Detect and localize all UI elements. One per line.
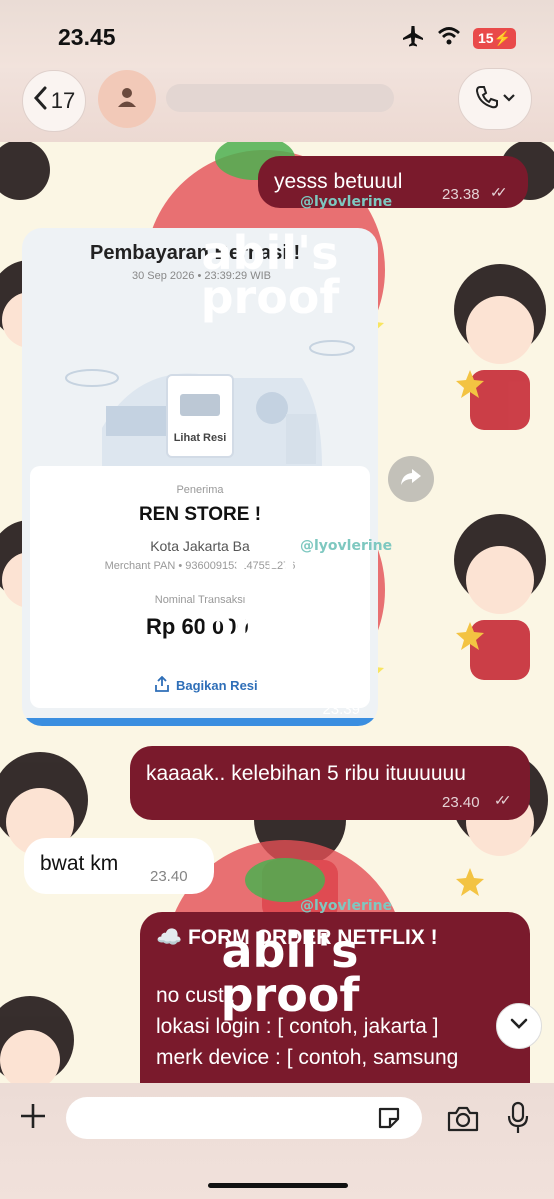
- message-input[interactable]: [66, 1097, 422, 1139]
- message-time: 23.38: [442, 186, 480, 203]
- share-label: Bagikan Resi: [176, 678, 258, 693]
- person-icon: [116, 86, 138, 113]
- forward-icon: [400, 468, 422, 491]
- message-time: 23.40: [150, 868, 188, 885]
- watermark-tag: @lyovlerine: [300, 194, 393, 210]
- sticker-icon: [378, 1107, 400, 1129]
- share-receipt-button[interactable]: Bagikan Resi: [154, 675, 258, 695]
- battery-indicator: 15⚡: [472, 28, 516, 49]
- status-bar: 23.45 15⚡: [0, 0, 554, 68]
- chevron-left-icon: [33, 86, 47, 116]
- attach-button[interactable]: [18, 1101, 48, 1140]
- forward-button[interactable]: [388, 456, 434, 502]
- chat-header: 17: [0, 68, 554, 142]
- message-input-bar: [0, 1083, 554, 1199]
- view-receipt-label: Lihat Resi: [173, 432, 227, 444]
- camera-icon: [447, 1106, 479, 1132]
- contact-avatar[interactable]: [98, 70, 156, 128]
- watermark: abil's proof: [200, 554, 340, 652]
- message-text: yesss betuuul: [274, 170, 403, 193]
- microphone-icon: [507, 1101, 529, 1133]
- view-receipt-thumbnail: Lihat Resi: [166, 374, 234, 458]
- chevron-down-icon: [502, 90, 516, 108]
- airplane-mode-icon: [401, 25, 425, 52]
- microphone-button[interactable]: [506, 1101, 530, 1140]
- camera-button[interactable]: [446, 1105, 480, 1138]
- home-indicator: [208, 1183, 348, 1188]
- read-receipt-icon: ✓✓: [490, 184, 508, 200]
- sticker-button[interactable]: [376, 1105, 402, 1131]
- form-line: merk device : [ contoh, samsung: [156, 1046, 459, 1069]
- wifi-icon: [437, 26, 461, 51]
- chevron-down-icon: [510, 1017, 528, 1035]
- watermark: abil's proof: [200, 226, 340, 324]
- message-outgoing[interactable]: kaaaak.. kelebihan 5 ribu ituuuuuu 23.40…: [130, 746, 530, 820]
- unread-count: 17: [50, 88, 76, 113]
- read-receipt-icon: ✓✓: [494, 792, 512, 808]
- scroll-to-bottom-button[interactable]: [496, 1003, 542, 1049]
- back-button[interactable]: 17: [22, 70, 86, 132]
- message-text: kaaaak.. kelebihan 5 ribu ituuuuuu: [146, 762, 466, 785]
- watermark-tag: @lyovlerine: [300, 898, 393, 914]
- call-button[interactable]: [458, 68, 532, 130]
- recipient-label: Penerima: [176, 484, 224, 496]
- status-time: 23.45: [58, 24, 116, 50]
- message-time: 23.40: [442, 794, 480, 811]
- watermark-tag: @lyovlerine: [300, 538, 393, 554]
- share-icon: [154, 675, 170, 695]
- store-name: REN STORE !: [138, 504, 262, 525]
- phone-icon: [474, 84, 500, 115]
- message-outgoing[interactable]: yesss betuuul 23.38 ✓✓: [258, 156, 528, 208]
- contact-name-redacted[interactable]: [166, 84, 394, 112]
- plus-icon: [21, 1104, 45, 1128]
- message-text: bwat km: [40, 852, 119, 875]
- message-incoming[interactable]: bwat km 23.40: [24, 838, 214, 894]
- message-time: 23.39: [322, 701, 360, 718]
- watermark: abil's proof: [220, 924, 360, 1022]
